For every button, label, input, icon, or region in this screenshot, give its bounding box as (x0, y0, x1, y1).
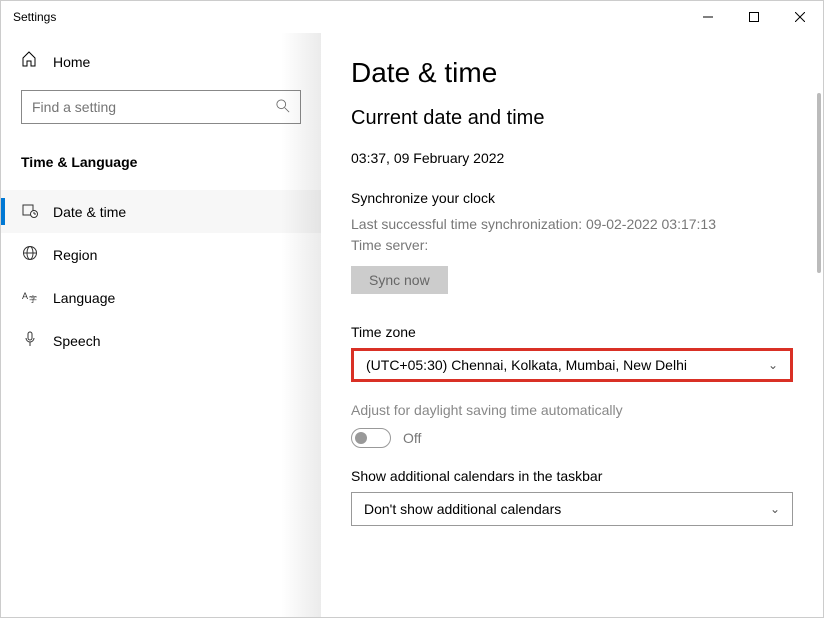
dst-state: Off (403, 430, 421, 446)
search-input-wrap[interactable] (21, 90, 301, 124)
current-datetime-value: 03:37, 09 February 2022 (351, 150, 793, 166)
dst-toggle-row: Off (351, 428, 793, 448)
maximize-button[interactable] (731, 1, 777, 33)
search-icon (276, 99, 290, 116)
language-icon: A字 (21, 288, 39, 307)
section-title: Time & Language (1, 144, 321, 190)
search-input[interactable] (32, 99, 276, 115)
sidebar-item-speech[interactable]: Speech (1, 319, 321, 362)
sidebar-item-label: Language (53, 290, 115, 306)
date-time-icon (21, 202, 39, 221)
additional-calendars-dropdown[interactable]: Don't show additional calendars ⌄ (351, 492, 793, 526)
main-content: Date & time Current date and time 03:37,… (321, 33, 823, 617)
additional-calendars-value: Don't show additional calendars (364, 501, 561, 517)
home-nav[interactable]: Home (1, 43, 321, 80)
sidebar-item-region[interactable]: Region (1, 233, 321, 276)
page-title: Date & time (351, 57, 793, 89)
home-label: Home (53, 54, 90, 70)
time-server-label: Time server: (351, 235, 793, 256)
minimize-button[interactable] (685, 1, 731, 33)
sidebar-item-label: Speech (53, 333, 100, 349)
svg-text:字: 字 (29, 294, 37, 304)
svg-text:A: A (22, 291, 28, 301)
sidebar: Home Time & Language Date & time Region … (1, 33, 321, 617)
chevron-down-icon: ⌄ (770, 502, 780, 516)
section-current-datetime: Current date and time (351, 107, 793, 130)
microphone-icon (21, 331, 39, 350)
scrollbar[interactable] (817, 93, 821, 273)
title-bar: Settings (1, 1, 823, 33)
timezone-label: Time zone (351, 324, 793, 340)
window-title: Settings (13, 10, 685, 24)
dst-label: Adjust for daylight saving time automati… (351, 402, 793, 418)
sidebar-item-date-time[interactable]: Date & time (1, 190, 321, 233)
additional-calendars-label: Show additional calendars in the taskbar (351, 468, 793, 484)
timezone-dropdown[interactable]: (UTC+05:30) Chennai, Kolkata, Mumbai, Ne… (351, 348, 793, 382)
close-button[interactable] (777, 1, 823, 33)
sidebar-item-label: Date & time (53, 204, 126, 220)
sidebar-item-language[interactable]: A字 Language (1, 276, 321, 319)
home-icon (21, 51, 39, 72)
sidebar-item-label: Region (53, 247, 97, 263)
dst-toggle[interactable] (351, 428, 391, 448)
timezone-value: (UTC+05:30) Chennai, Kolkata, Mumbai, Ne… (366, 357, 687, 373)
sync-heading: Synchronize your clock (351, 190, 793, 206)
last-sync-text: Last successful time synchronization: 09… (351, 214, 793, 235)
globe-icon (21, 245, 39, 264)
window-controls (685, 1, 823, 33)
sync-now-button[interactable]: Sync now (351, 266, 448, 294)
chevron-down-icon: ⌄ (768, 358, 778, 372)
